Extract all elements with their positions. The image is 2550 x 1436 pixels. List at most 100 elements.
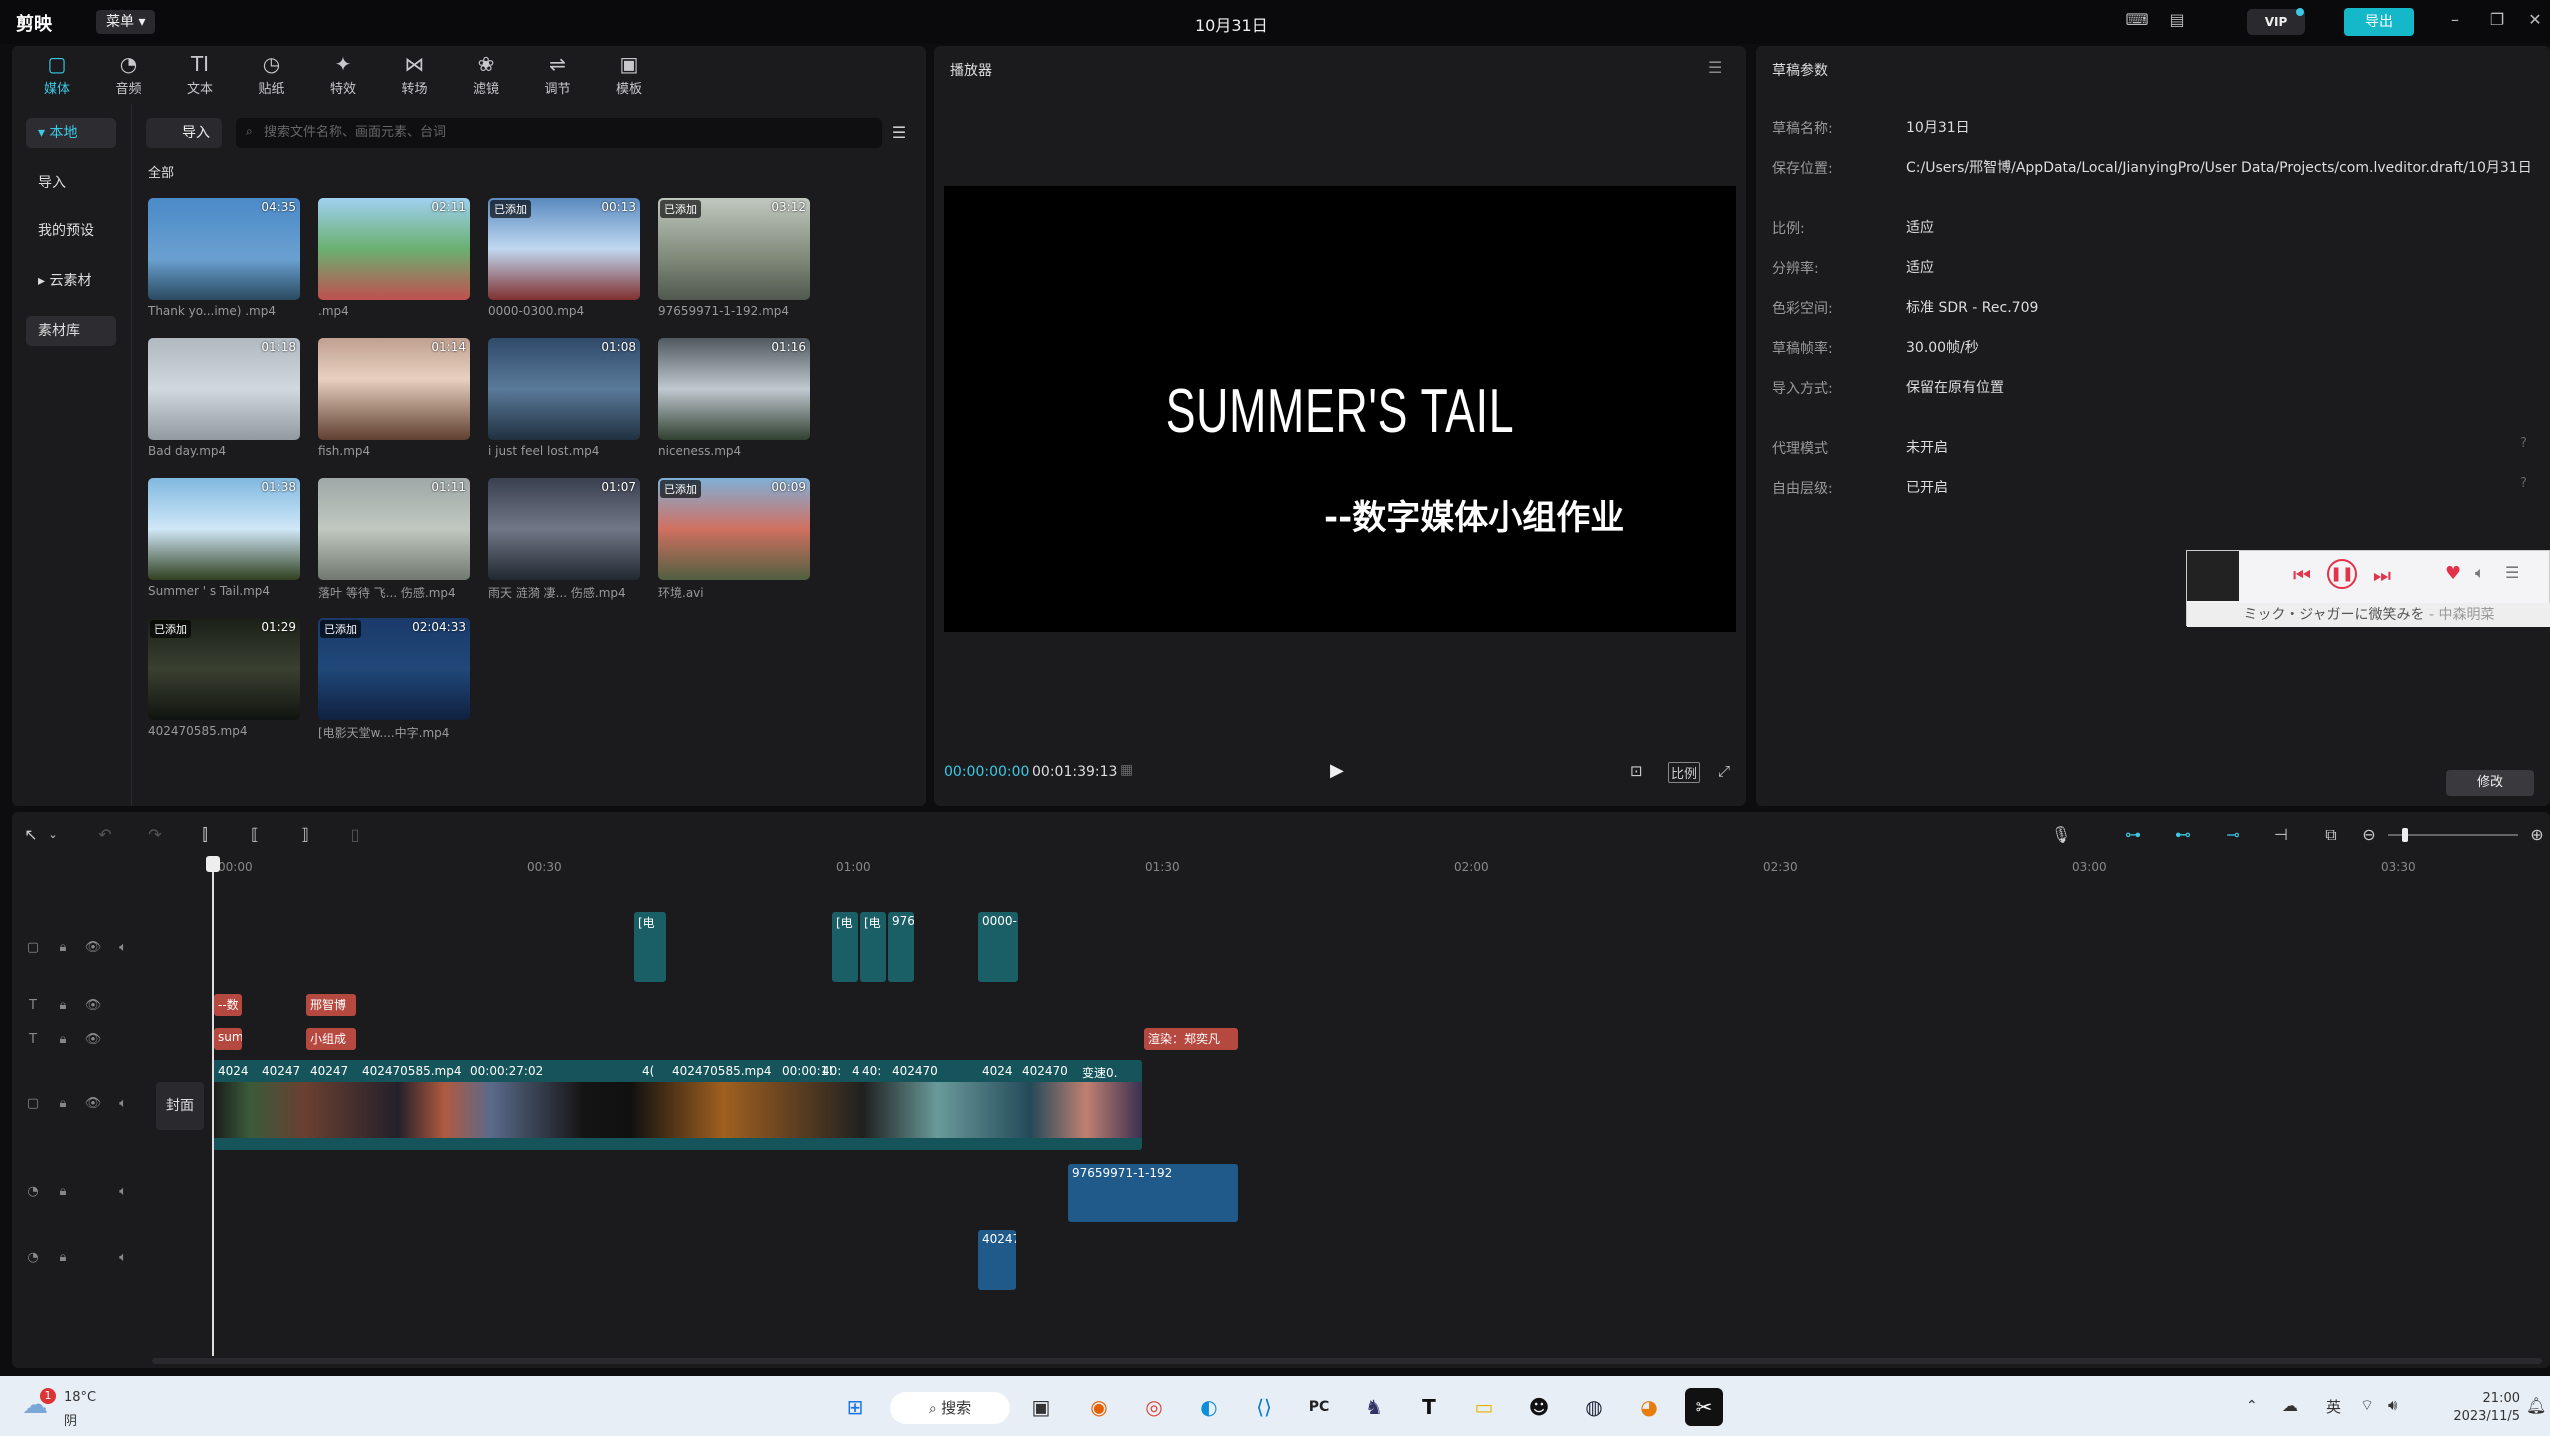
chrome-icon[interactable]: ◎ [1135,1388,1173,1426]
eye-icon[interactable]: 👁︎ [84,1032,102,1050]
eye-icon[interactable]: 👁︎ [84,1096,102,1114]
import-button[interactable]: 导入 [146,118,222,148]
preview-axis-icon[interactable]: ⊣ [2268,822,2294,848]
close-icon[interactable]: ✕ [2522,10,2548,34]
ime-indicator[interactable]: 英 [2326,1396,2341,1417]
lock-icon[interactable]: 🔒︎ [54,998,72,1016]
capcut-icon[interactable]: ✂ [1685,1388,1723,1426]
sidebar-item[interactable]: ▾ 本地 [26,118,116,148]
media-thumbnail[interactable]: 01:08 [488,338,640,440]
media-thumbnail[interactable]: 01:29 已添加 [148,618,300,720]
main-clip-label[interactable]: 4024 [982,1064,1013,1078]
overlay-clip[interactable]: [电 [832,912,858,982]
keyboard-icon[interactable]: ⌨ [2124,10,2150,32]
overlay-clip[interactable]: 0000- [978,912,1018,982]
edge-icon[interactable]: ◐ [1190,1388,1228,1426]
main-clip-label[interactable]: 402470 [1022,1064,1068,1078]
microphone-icon[interactable]: 🎙︎ [2048,822,2074,848]
steam-icon[interactable]: ◍ [1575,1388,1613,1426]
overlay-clip[interactable]: [电 [860,912,886,982]
windows-start-icon[interactable]: ⊞ [836,1388,874,1426]
blender-icon[interactable]: ◕ [1630,1388,1668,1426]
audio-track-icon[interactable]: ◔ [24,1250,42,1268]
eye-icon[interactable]: 👁︎ [84,940,102,958]
modify-button[interactable]: 修改 [2446,770,2534,796]
horizontal-scrollbar[interactable] [152,1358,2542,1364]
sidebar-item[interactable]: 我的预设 [26,216,116,246]
audio-clip[interactable]: 97659971-1-192 [1068,1164,1238,1222]
lock-icon[interactable]: 🔒︎ [54,1032,72,1050]
main-clip-label[interactable]: 402470585.mp4 [672,1064,771,1078]
magnet-icon[interactable]: ⊷ [2170,822,2196,848]
linkage-icon[interactable]: ⊸ [2220,822,2246,848]
previous-icon[interactable]: ⏮ [2293,563,2311,587]
tab-category[interactable]: ▢ 媒体 [22,46,92,102]
media-thumbnail[interactable]: 01:07 [488,478,640,580]
media-thumbnail[interactable]: 01:16 [658,338,810,440]
taskbar-search[interactable]: ⌕ 搜索 [890,1392,1010,1424]
main-clip-label[interactable]: 4024 [218,1064,249,1078]
grid-icon[interactable]: ▦ [1120,762,1133,778]
layout-icon[interactable]: ▤ [2164,10,2190,32]
lock-icon[interactable]: 🔒︎ [54,1096,72,1114]
fullscreen-icon[interactable]: ⤢ [1718,762,1730,780]
eye-icon[interactable]: 👁︎ [84,998,102,1016]
tab-category[interactable]: ◔ 音频 [94,46,164,102]
undo-icon[interactable]: ↶ [92,822,118,848]
wifi-icon[interactable]: ⌔ [2360,1396,2374,1415]
play-icon[interactable]: ▶ [1330,760,1344,781]
media-thumbnail[interactable]: 00:13 已添加 [488,198,640,300]
text-track-icon[interactable]: T [24,998,42,1016]
pycharm-icon[interactable]: PC [1300,1388,1338,1426]
tab-category[interactable]: ▣ 模板 [594,46,664,102]
text-track-icon[interactable]: T [24,1032,42,1050]
tab-category[interactable]: ◷ 贴纸 [237,46,307,102]
trim-right-icon[interactable]: ⟧ [292,822,318,848]
main-clip-label[interactable]: 40247 [262,1064,300,1078]
next-icon[interactable]: ⏭ [2373,563,2391,587]
qq-icon[interactable]: ☻ [1520,1388,1558,1426]
playhead[interactable] [212,856,214,1356]
pause-icon[interactable]: ❚❚ [2327,559,2357,589]
export-button[interactable]: 导出 [2344,8,2414,36]
media-thumbnail[interactable]: 01:18 [148,338,300,440]
tab-category[interactable]: ✦ 特效 [308,46,378,102]
fit-icon[interactable]: ⧉ [2318,822,2344,848]
help-icon[interactable]: ? [2520,476,2527,491]
search-input[interactable]: 搜索文件名称、画面元素、台词 [236,118,882,148]
sidebar-item[interactable]: 素材库 [26,316,116,346]
volume-icon[interactable]: 🔈︎ [2475,563,2485,583]
main-clip-label[interactable]: 变速0. [1082,1064,1117,1081]
media-thumbnail[interactable]: 02:04:33 已添加 [318,618,470,720]
text-clip[interactable]: 渲染：郑奕凡 [1144,1028,1238,1050]
restore-icon[interactable]: ❐ [2484,10,2510,34]
media-thumbnail[interactable]: 01:11 [318,478,470,580]
tab-category[interactable]: ⋈ 转场 [380,46,450,102]
heart-icon[interactable]: ♥ [2445,563,2461,584]
volume-icon[interactable]: 🔊︎ [2388,1396,2397,1414]
typora-icon[interactable]: T [1410,1388,1448,1426]
redo-icon[interactable]: ↷ [142,822,168,848]
split-icon[interactable]: ⫿ [192,822,218,848]
link-main-track-icon[interactable]: ⊶ [2120,822,2146,848]
tab-category[interactable]: TI 文本 [165,46,235,102]
media-thumbnail[interactable]: 01:14 [318,338,470,440]
video-preview[interactable]: SUMMER'S TAIL --数字媒体小组作业 [944,186,1736,632]
tab-category[interactable]: ❀ 滤镜 [451,46,521,102]
text-clip[interactable]: 邢智博 [306,994,356,1016]
menu-button[interactable]: 菜单 ▾ [96,10,156,34]
text-clip[interactable]: sum [214,1028,242,1050]
notification-icon[interactable]: 🔔︎ [2526,1396,2546,1415]
media-thumbnail[interactable]: 03:12 已添加 [658,198,810,300]
lock-icon[interactable]: 🔒︎ [54,1250,72,1268]
main-clip-label[interactable]: 40: [862,1064,881,1078]
playhead-handle[interactable] [206,856,220,872]
zoom-in-icon[interactable]: ⊕ [2524,822,2550,848]
text-clip[interactable]: 小组成 [306,1028,356,1050]
main-clip-label[interactable]: 4( [642,1064,654,1078]
main-clip-label[interactable]: 00:00:27:02 [470,1064,543,1078]
cover-button[interactable]: 封面 [156,1082,204,1130]
audio-icon[interactable]: 🔈︎ [114,1096,132,1114]
media-thumbnail[interactable]: 04:35 [148,198,300,300]
lock-icon[interactable]: 🔒︎ [54,1184,72,1202]
